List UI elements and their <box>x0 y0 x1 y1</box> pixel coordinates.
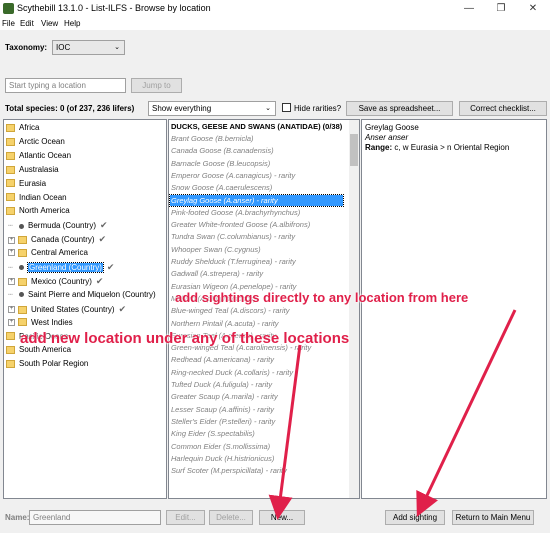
arrow-to-new-button <box>268 344 302 520</box>
annotation-arrows <box>268 309 517 520</box>
annotation-add-location: add new location under any of these loca… <box>20 330 350 347</box>
arrow-to-add-sighting <box>416 309 517 517</box>
annotation-add-sightings: add sightings directly to any location f… <box>175 290 469 305</box>
